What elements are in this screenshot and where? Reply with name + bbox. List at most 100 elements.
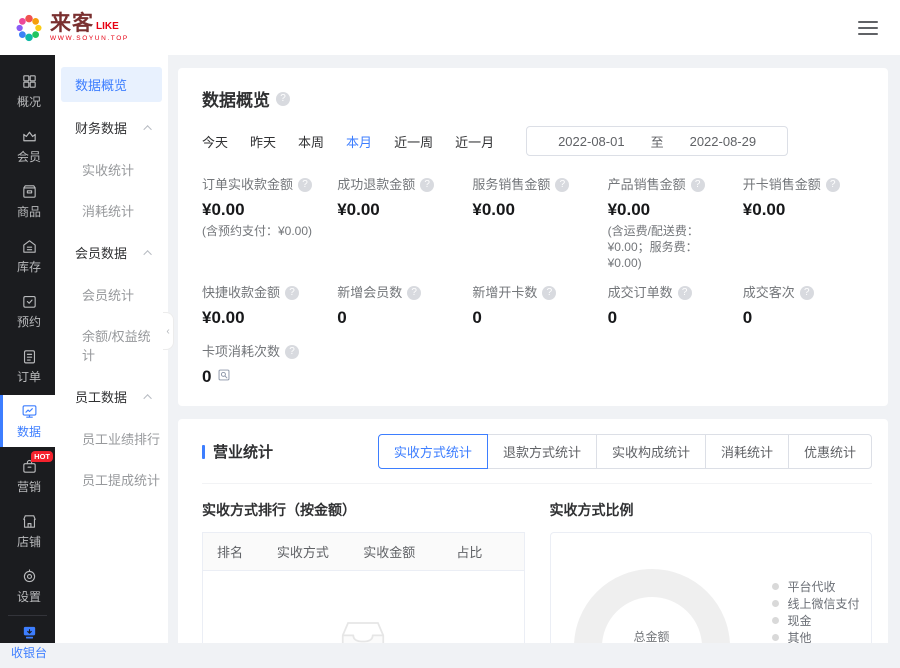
rank-table: 排名 实收方式 实收金额 占比 暂无数据: [202, 532, 525, 643]
sidebar-item-data[interactable]: 数据: [0, 395, 55, 447]
filter-yesterday[interactable]: 昨天: [250, 132, 276, 151]
help-question-icon[interactable]: ?: [691, 178, 705, 192]
submenu-group-staff[interactable]: 员工数据: [55, 375, 168, 418]
page-title: 数据概览: [202, 86, 270, 111]
date-range-picker[interactable]: 2022-08-01 至 2022-08-29: [526, 126, 788, 156]
stat-deal-visits: 成交客次? 0: [743, 284, 864, 329]
legend-item[interactable]: 平台代收: [772, 578, 872, 595]
view-detail-icon[interactable]: [217, 368, 231, 382]
legend-item[interactable]: 现金: [772, 612, 872, 629]
help-question-icon[interactable]: ?: [285, 345, 299, 359]
sidebar-item-overview[interactable]: 概况: [0, 65, 55, 117]
submenu-group-member[interactable]: 会员数据: [55, 231, 168, 274]
submenu-group-finance[interactable]: 财务数据: [55, 106, 168, 149]
sidebar-item-cashier[interactable]: 收银台: [0, 616, 55, 668]
filter-this-week[interactable]: 本周: [298, 132, 324, 151]
sidebar-item-booking[interactable]: 预约: [0, 285, 55, 337]
tab-consume-stats[interactable]: 消耗统计: [705, 434, 789, 469]
sidebar-item-goods[interactable]: 商品: [0, 175, 55, 227]
sidebar-item-members[interactable]: 会员: [0, 120, 55, 172]
help-question-icon[interactable]: ?: [826, 178, 840, 192]
sidebar-item-shop[interactable]: 店铺: [0, 505, 55, 557]
help-question-icon[interactable]: ?: [800, 286, 814, 300]
donut-chart: 总金额 ¥0.00: [574, 569, 730, 643]
submenu-item-staff-rank[interactable]: 员工业绩排行: [55, 418, 168, 459]
submenu-item-consume-stats[interactable]: 消耗统计: [55, 190, 168, 231]
filter-today[interactable]: 今天: [202, 132, 228, 151]
chevron-up-icon: [143, 125, 151, 133]
submenu-item-data-overview[interactable]: 数据概览: [61, 67, 162, 102]
tab-income-method[interactable]: 实收方式统计: [378, 434, 488, 469]
tab-refund-method[interactable]: 退款方式统计: [487, 434, 597, 469]
income-ratio-section: 实收方式比例 总金额 ¥0.00 平台代收 线上微信支付 现金 其他 微信（记账…: [550, 500, 873, 643]
help-question-icon[interactable]: ?: [420, 178, 434, 192]
stat-product-sales: 产品销售金额? ¥0.00 (含运费/配送费：¥0.00；服务费：¥0.00): [608, 176, 729, 271]
help-question-icon[interactable]: ?: [285, 286, 299, 300]
submenu-item-balance-stats[interactable]: 余额/权益统计: [55, 315, 168, 375]
hamburger-menu-icon[interactable]: [858, 21, 878, 35]
stat-new-cards: 新增开卡数? 0: [472, 284, 593, 329]
dashboard-grid-icon: [21, 73, 38, 90]
help-question-icon[interactable]: ?: [555, 178, 569, 192]
order-clipboard-icon: [21, 348, 38, 365]
divider: [202, 483, 872, 484]
legend-item[interactable]: 其他: [772, 629, 872, 643]
inventory-house-icon: [21, 238, 38, 255]
sidebar-item-inventory[interactable]: 库存: [0, 230, 55, 282]
business-stats-card: 营业统计 实收方式统计 退款方式统计 实收构成统计 消耗统计 优惠统计 实收方式…: [178, 419, 888, 643]
tab-income-composition[interactable]: 实收构成统计: [596, 434, 706, 469]
rank-title: 实收方式排行（按金额）: [202, 500, 525, 520]
pinwheel-logo-icon: [14, 13, 44, 43]
col-ratio: 占比: [456, 542, 509, 561]
help-question-icon[interactable]: ?: [407, 286, 421, 300]
chevron-up-icon: [143, 250, 151, 258]
stat-service-sales: 服务销售金额? ¥0.00: [472, 176, 593, 271]
goods-box-icon: [21, 183, 38, 200]
empty-inbox-icon: [334, 616, 392, 644]
legend-item[interactable]: 线上微信支付: [772, 595, 872, 612]
chart-legend: 平台代收 线上微信支付 现金 其他 微信（记账） 支付宝（记账） POS机（记账…: [772, 578, 872, 643]
hot-badge: HOT: [31, 451, 53, 462]
sidebar-item-orders[interactable]: 订单: [0, 340, 55, 392]
income-rank-section: 实收方式排行（按金额） 排名 实收方式 实收金额 占比 暂无数据: [202, 500, 525, 643]
primary-sidebar: 概况 会员 商品 库存 预约 订单 数据 HOT: [0, 55, 55, 643]
stat-quick-income: 快捷收款金额? ¥0.00: [202, 284, 323, 329]
section-title: 营业统计: [213, 441, 273, 462]
tab-discount-stats[interactable]: 优惠统计: [788, 434, 872, 469]
col-amount: 实收金额: [363, 542, 456, 561]
stat-order-income: 订单实收款金额? ¥0.00 (含预约支付：¥0.00): [202, 176, 323, 271]
help-question-icon[interactable]: ?: [678, 286, 692, 300]
cashier-pos-icon: [21, 624, 38, 641]
help-question-icon[interactable]: ?: [542, 286, 556, 300]
col-method: 实收方式: [277, 542, 363, 561]
date-end[interactable]: 2022-08-29: [690, 134, 757, 149]
ratio-chart-panel: 总金额 ¥0.00 平台代收 线上微信支付 现金 其他 微信（记账） 支付宝（记…: [550, 532, 873, 643]
shop-store-icon: [21, 513, 38, 530]
brand-name-cn: 来客: [50, 13, 94, 34]
submenu-item-staff-commission[interactable]: 员工提成统计: [55, 459, 168, 500]
ratio-title: 实收方式比例: [550, 500, 873, 520]
date-start[interactable]: 2022-08-01: [558, 134, 625, 149]
stat-refund-amount: 成功退款金额? ¥0.00: [337, 176, 458, 271]
filter-last-month[interactable]: 近一月: [455, 132, 494, 151]
empty-state: 暂无数据: [203, 571, 524, 643]
submenu-item-member-stats[interactable]: 会员统计: [55, 274, 168, 315]
help-question-icon[interactable]: ?: [298, 178, 312, 192]
submenu-item-income-stats[interactable]: 实收统计: [55, 149, 168, 190]
settings-gear-icon: [21, 568, 38, 585]
sidebar-item-marketing[interactable]: HOT 营销: [0, 450, 55, 502]
col-rank: 排名: [217, 542, 277, 561]
stat-card-consume-count: 卡项消耗次数? 0: [202, 343, 864, 388]
sidebar-item-settings[interactable]: 设置: [0, 560, 55, 612]
help-question-icon[interactable]: ?: [276, 92, 290, 106]
filter-last-week[interactable]: 近一周: [394, 132, 433, 151]
filter-this-month[interactable]: 本月: [346, 132, 372, 151]
secondary-sidebar: 数据概览 财务数据 实收统计 消耗统计 会员数据 会员统计 余额/权益统计 员工…: [55, 55, 168, 643]
main-content: 数据概览 ? 今天 昨天 本周 本月 近一周 近一月 2022-08-01 至 …: [168, 55, 900, 643]
donut-total-label: 总金额: [633, 628, 669, 643]
section-accent-bar: [202, 445, 205, 459]
stats-grid: 订单实收款金额? ¥0.00 (含预约支付：¥0.00) 成功退款金额? ¥0.…: [202, 176, 864, 329]
date-separator: 至: [651, 132, 664, 151]
date-filter-row: 今天 昨天 本周 本月 近一周 近一月 2022-08-01 至 2022-08…: [202, 126, 864, 156]
sidebar-collapse-handle[interactable]: ‹: [163, 312, 174, 350]
